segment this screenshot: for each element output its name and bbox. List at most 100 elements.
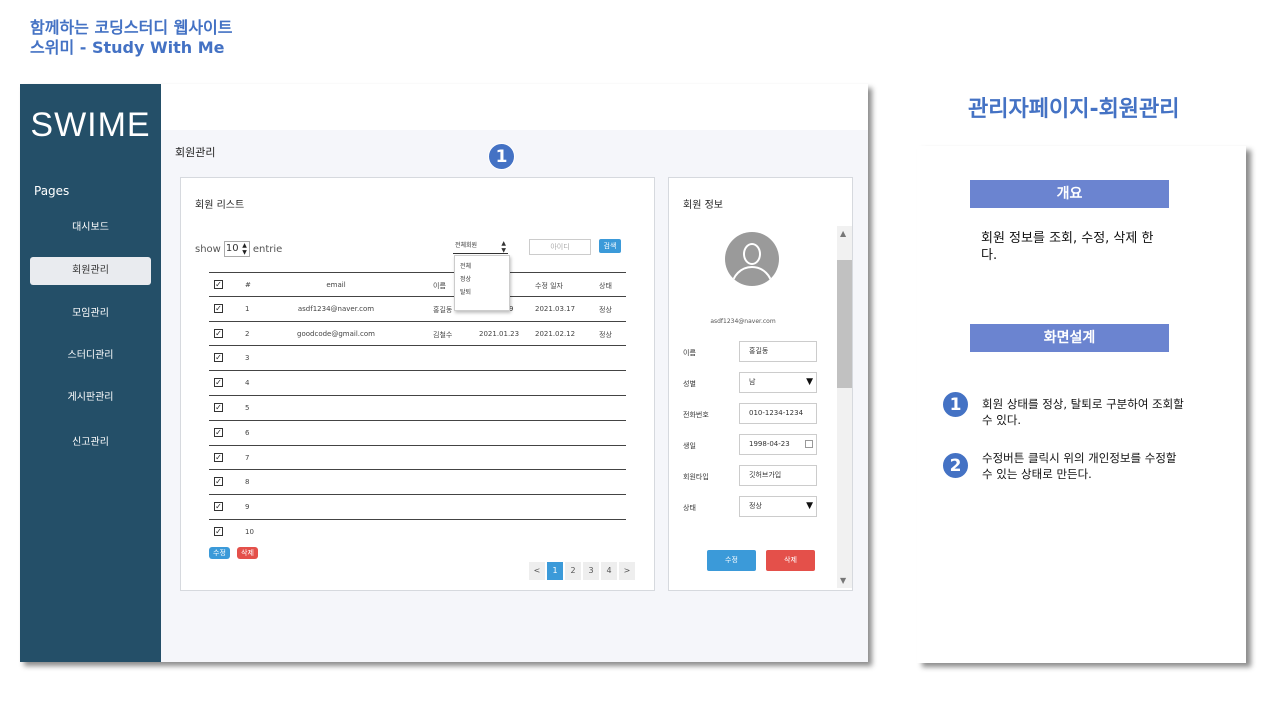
show-prefix: show (195, 243, 221, 255)
stepper-down-icon[interactable]: ▼ (242, 250, 247, 256)
list-delete-button[interactable]: 삭제 (237, 547, 258, 559)
slide-title-line2: 스위미 - Study With Me (30, 38, 225, 57)
member-email: asdf1234@naver.com (710, 318, 776, 325)
table-row[interactable]: ✓ 2 goodcode@gmail.com 김철수 2021.01.23 20… (209, 322, 626, 347)
row-checkbox[interactable]: ✓ (214, 477, 223, 487)
pagination-page-4[interactable]: 4 (601, 562, 617, 580)
field-label-gender: 성별 (683, 380, 696, 388)
member-info-title: 회원 정보 (683, 200, 723, 211)
table-row[interactable]: ✓ 9 (209, 495, 626, 520)
design-item-text-2: 수정버튼 클릭시 위의 개인정보를 수정할 수 있는 상태로 만든다. (982, 451, 1177, 481)
cell-no: 3 (245, 354, 250, 363)
sidebar-item-reports[interactable]: 신고관리 (30, 429, 151, 457)
member-list-panel: 회원 리스트 show 10 ▲ ▼ entrie 전체회원 ▲ ▼ 전체 정상… (180, 177, 655, 591)
header-modified: 수정 일자 (535, 282, 563, 290)
table-row[interactable]: ✓ 5 (209, 396, 626, 421)
status-filter-dropdown: 전체 정상 탈퇴 (454, 255, 510, 311)
birthday-field[interactable]: 1998-04-23 (739, 434, 817, 455)
app-logo[interactable]: SWIME (20, 106, 161, 145)
sidebar-item-groups[interactable]: 모임관리 (30, 300, 151, 328)
sidebar-item-studies[interactable]: 스터디관리 (30, 342, 151, 370)
pagination-page-3[interactable]: 3 (583, 562, 599, 580)
description-card: 개요 회원 정보를 조회, 수정, 삭제 한다. 화면설계 1 회원 상태를 정… (917, 146, 1246, 663)
gender-select[interactable]: 남 ▼ (739, 372, 817, 393)
table-row[interactable]: ✓ 10 (209, 520, 626, 545)
pagination-page-2[interactable]: 2 (565, 562, 581, 580)
info-delete-button[interactable]: 삭제 (766, 550, 815, 571)
sidebar-section-label: Pages (34, 184, 70, 198)
design-item-marker-2: 2 (942, 452, 969, 479)
avatar-icon (725, 232, 779, 286)
avatar-body (731, 266, 773, 286)
pagination-next[interactable]: > (619, 562, 635, 580)
row-checkbox[interactable]: ✓ (214, 402, 223, 412)
search-button[interactable]: 검색 (599, 239, 621, 253)
cell-modified: 2021.02.12 (535, 329, 576, 338)
member-list-title: 회원 리스트 (195, 200, 245, 211)
table-row[interactable]: ✓ 6 (209, 421, 626, 446)
header-name: 이름 (433, 282, 446, 290)
row-checkbox[interactable]: ✓ (214, 526, 223, 536)
row-checkbox[interactable]: ✓ (214, 328, 223, 338)
member-status-filter[interactable]: 전체회원 ▲ ▼ (453, 240, 508, 254)
row-checkbox[interactable]: ✓ (214, 502, 223, 512)
cell-email: goodcode@gmail.com (297, 329, 375, 338)
field-label-birthday: 생일 (683, 442, 696, 450)
sidebar-item-dashboard[interactable]: 대시보드 (30, 214, 151, 242)
page-size-stepper[interactable]: 10 ▲ ▼ (223, 241, 250, 257)
scroll-thumb[interactable] (837, 260, 852, 388)
table-row[interactable]: ✓ 8 (209, 470, 626, 496)
top-bar (161, 84, 868, 130)
cell-no: 10 (245, 527, 254, 536)
pagination: < 1 2 3 4 > (529, 562, 637, 580)
cell-no: 2 (245, 329, 250, 338)
gender-value: 남 (749, 378, 756, 386)
design-item-text-1: 회원 상태를 정상, 탈퇴로 구분하여 조회할 수 있다. (982, 397, 1184, 427)
header-state: 상태 (599, 282, 612, 290)
row-checkbox[interactable]: ✓ (214, 427, 223, 437)
info-edit-button[interactable]: 수정 (707, 550, 756, 571)
sidebar-item-boards[interactable]: 게시판관리 (30, 384, 151, 412)
table-row[interactable]: ✓ 7 (209, 446, 626, 471)
filter-option-all[interactable]: 전체 (455, 260, 509, 273)
filter-option-normal[interactable]: 정상 (455, 273, 509, 286)
list-edit-button[interactable]: 수정 (209, 547, 230, 559)
table-row[interactable]: ✓ 4 (209, 371, 626, 396)
calendar-icon[interactable] (805, 440, 813, 448)
row-checkbox[interactable]: ✓ (214, 452, 223, 462)
cell-no: 7 (245, 453, 250, 462)
pagination-prev[interactable]: < (529, 562, 545, 580)
field-label-member-type: 회원타입 (683, 473, 709, 481)
scroll-up-icon[interactable]: ▲ (840, 229, 846, 238)
slide-title: 함께하는 코딩스터디 웹사이트 스위미 - Study With Me (30, 18, 233, 58)
member-info-panel: 회원 정보 asdf1234@naver.com 이름 홍길동 성별 남 ▼ 전화… (668, 177, 853, 591)
status-select[interactable]: 정상 ▼ (739, 496, 817, 517)
pagination-page-1[interactable]: 1 (547, 562, 563, 580)
row-checkbox[interactable]: ✓ (214, 378, 223, 388)
overview-text: 회원 정보를 조회, 수정, 삭제 한다. (981, 231, 1154, 263)
info-scrollbar[interactable]: ▲ ▼ (837, 226, 852, 588)
select-all-checkbox[interactable]: ✓ (214, 280, 223, 289)
row-checkbox[interactable]: ✓ (214, 303, 223, 313)
table-row[interactable]: ✓ 3 (209, 346, 626, 372)
field-label-status: 상태 (683, 504, 696, 512)
cell-no: 8 (245, 478, 250, 487)
cell-name: 홍길동 (433, 305, 453, 314)
show-suffix: entrie (252, 243, 283, 255)
name-field[interactable]: 홍길동 (739, 341, 817, 362)
member-type-field[interactable]: 깃허브가입 (739, 465, 817, 486)
field-label-name: 이름 (683, 349, 696, 357)
admin-mockup: SWIME Pages 대시보드 회원관리 모임관리 스터디관리 게시판관리 신… (20, 84, 868, 662)
phone-field[interactable]: 010-1234-1234 (739, 403, 817, 424)
page-size-value: 10 (225, 243, 239, 254)
cell-modified: 2021.03.17 (535, 304, 576, 313)
sidebar-item-members[interactable]: 회원관리 (30, 257, 151, 285)
member-type-value: 깃허브가입 (749, 471, 782, 479)
status-value: 정상 (749, 502, 762, 510)
row-checkbox[interactable]: ✓ (214, 353, 223, 363)
scroll-down-icon[interactable]: ▼ (840, 576, 846, 585)
table-row[interactable]: ✓ 1 asdf1234@naver.com 홍길동 9 2021.03.17 … (209, 297, 626, 322)
id-search-input[interactable]: 아이디 (529, 239, 591, 255)
filter-option-withdrawn[interactable]: 탈퇴 (455, 286, 509, 299)
birthday-value: 1998-04-23 (749, 440, 790, 448)
